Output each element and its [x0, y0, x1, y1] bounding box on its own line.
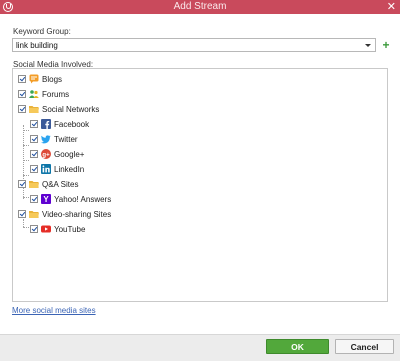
- svg-text:g+: g+: [42, 152, 50, 158]
- tree-item-youtube[interactable]: YouTube: [30, 223, 85, 235]
- tree-line: [23, 175, 29, 176]
- tree-item-qa-sites[interactable]: Q&A Sites: [18, 178, 78, 190]
- keyword-group-value: link building: [16, 41, 58, 50]
- checkbox[interactable]: [18, 180, 26, 188]
- linkedin-icon: [41, 164, 51, 174]
- tree-item-forums[interactable]: Forums: [18, 88, 69, 100]
- checkbox[interactable]: [30, 225, 38, 233]
- checkbox[interactable]: [30, 120, 38, 128]
- folder-icon: [29, 209, 39, 219]
- tree-item-label: Twitter: [54, 134, 78, 144]
- checkbox[interactable]: [30, 135, 38, 143]
- tree-item-label: Facebook: [54, 119, 90, 129]
- more-social-media-link[interactable]: More social media sites: [12, 306, 96, 315]
- tree-item-label: Forums: [42, 89, 70, 99]
- folder-icon: [29, 104, 39, 114]
- tree-item-label: Q&A Sites: [42, 179, 79, 189]
- tree-item-label: YouTube: [54, 224, 86, 234]
- checkbox[interactable]: [30, 165, 38, 173]
- tree-item-social-networks[interactable]: Social Networks: [18, 103, 99, 115]
- tree-line: [23, 130, 29, 131]
- checkbox[interactable]: [18, 90, 26, 98]
- folder-icon: [29, 179, 39, 189]
- checkbox[interactable]: [30, 150, 38, 158]
- social-media-tree[interactable]: Blogs Forums Social Networks Facebook Tw…: [12, 68, 388, 302]
- tree-line: [23, 160, 29, 161]
- tree-item-label: Blogs: [42, 74, 63, 84]
- tree-item-google-plus[interactable]: g+ Google+: [30, 148, 84, 160]
- tree-item-linkedin[interactable]: LinkedIn: [30, 163, 84, 175]
- close-icon[interactable]: ✕: [387, 0, 396, 14]
- keyword-group-label: Keyword Group:: [13, 27, 71, 36]
- window-title: Add Stream: [173, 1, 227, 12]
- twitter-icon: [41, 134, 51, 144]
- tree-line: [23, 197, 29, 198]
- cancel-button[interactable]: Cancel: [335, 339, 394, 354]
- tree-line: [23, 219, 24, 227]
- checkbox[interactable]: [18, 75, 26, 83]
- tree-item-yahoo-answers[interactable]: Y Yahoo! Answers: [30, 193, 111, 205]
- tree-item-label: Yahoo! Answers: [54, 194, 112, 204]
- add-keyword-group-button[interactable]: +: [381, 39, 391, 51]
- google-plus-icon: g+: [41, 149, 51, 159]
- tree-item-label: Video-sharing Sites: [42, 209, 112, 219]
- tree-item-label: Google+: [54, 149, 85, 159]
- tree-line: [23, 145, 29, 146]
- checkbox[interactable]: [30, 195, 38, 203]
- checkbox[interactable]: [18, 210, 26, 218]
- ok-button[interactable]: OK: [266, 339, 329, 354]
- keyword-group-select[interactable]: link building: [12, 38, 376, 52]
- tree-line: [23, 227, 29, 228]
- facebook-icon: [41, 119, 51, 129]
- yahoo-icon: Y: [41, 194, 51, 204]
- forum-icon: [29, 89, 39, 99]
- chevron-down-icon[interactable]: [365, 44, 371, 47]
- blog-icon: [29, 74, 39, 84]
- tree-item-facebook[interactable]: Facebook: [30, 118, 89, 130]
- tree-item-video-sharing-sites[interactable]: Video-sharing Sites: [18, 208, 111, 220]
- tree-item-twitter[interactable]: Twitter: [30, 133, 78, 145]
- youtube-icon: [41, 224, 51, 234]
- checkbox[interactable]: [18, 105, 26, 113]
- svg-text:Y: Y: [43, 195, 49, 204]
- tree-item-label: LinkedIn: [54, 164, 85, 174]
- tree-item-blogs[interactable]: Blogs: [18, 73, 62, 85]
- tree-item-label: Social Networks: [42, 104, 100, 114]
- title-bar: Add Stream ✕: [0, 0, 400, 14]
